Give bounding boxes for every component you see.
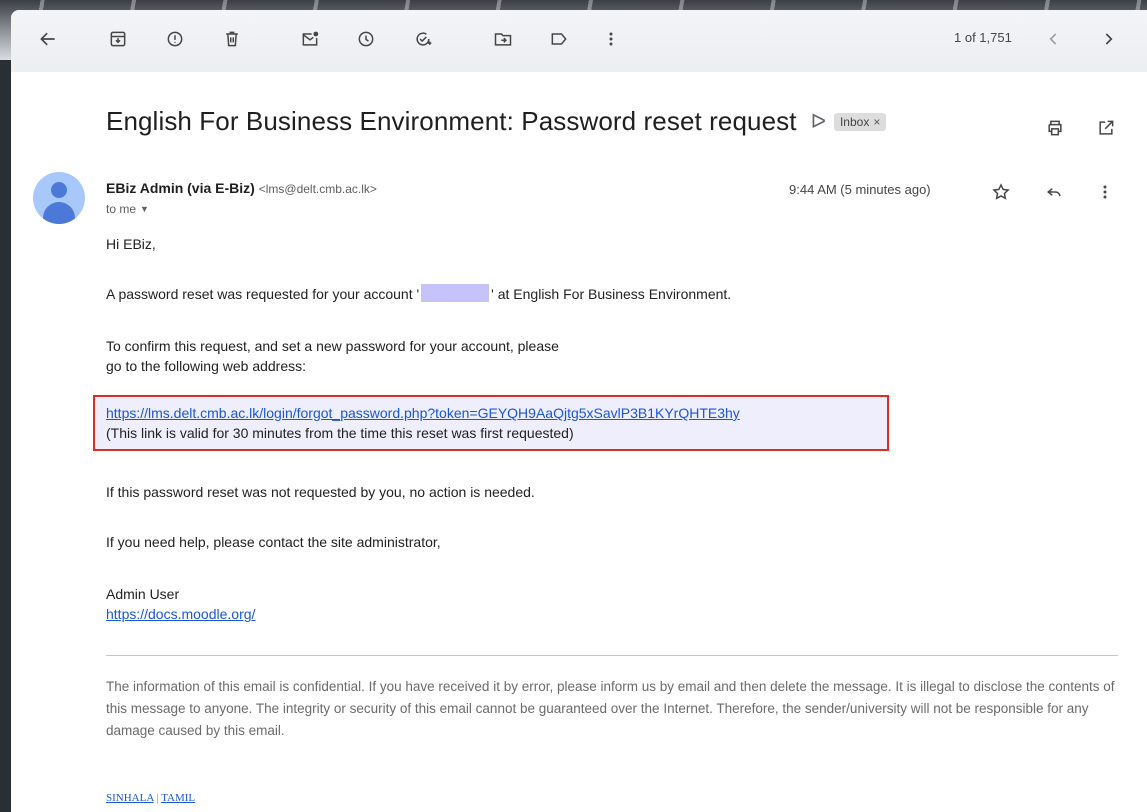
archive-icon <box>110 31 126 47</box>
move-to-folder-icon <box>494 33 512 46</box>
greeting: Hi EBiz, <box>106 236 156 252</box>
subject-row: English For Business Environment: Passwo… <box>106 106 887 137</box>
help-note: If you need help, please contact the sit… <box>106 534 441 550</box>
open-in-new-window-button[interactable] <box>1094 116 1118 140</box>
report-spam-icon <box>167 31 183 47</box>
footer-divider <box>106 655 1118 656</box>
language-links: SINHALA | TAMIL <box>106 792 195 804</box>
important-marker-icon[interactable]: ᐅ <box>811 109 826 134</box>
recipient-text: to me <box>106 202 137 216</box>
back-button[interactable] <box>33 24 63 54</box>
labels-button[interactable] <box>544 24 574 54</box>
language-separator: | <box>156 792 159 804</box>
print-icon <box>1048 120 1062 136</box>
confirm-line-2: go to the following web address: <box>106 358 307 374</box>
message-more-button[interactable] <box>1093 180 1117 204</box>
reset-notice-after: ' at English For Business Environment. <box>491 286 732 302</box>
email-subject: English For Business Environment: Passwo… <box>106 106 797 136</box>
inbox-label-text: Inbox <box>839 114 870 129</box>
sinhala-link[interactable]: SINHALA <box>106 792 154 804</box>
move-to-button[interactable] <box>488 24 518 54</box>
confirm-line-1: To confirm this request, and set a new p… <box>106 338 559 354</box>
confirm-instructions: To confirm this request, and set a new p… <box>106 336 559 376</box>
older-button[interactable] <box>1093 24 1123 54</box>
snooze-button[interactable] <box>351 24 381 54</box>
reset-notice-before: A password reset was requested for your … <box>106 286 420 302</box>
sender-email: <lms@delt.cmb.ac.lk> <box>258 182 377 196</box>
open-in-new-icon <box>1099 120 1114 135</box>
remove-label-icon[interactable]: × <box>873 115 880 129</box>
reset-link-block: https://lms.delt.cmb.ac.lk/login/forgot_… <box>106 403 740 443</box>
sender-row: EBiz Admin (via E-Biz) <lms@delt.cmb.ac.… <box>106 180 377 196</box>
reset-password-link[interactable]: https://lms.delt.cmb.ac.lk/login/forgot_… <box>106 405 740 421</box>
add-to-tasks-button[interactable] <box>408 24 438 54</box>
confidentiality-disclaimer: The information of this email is confide… <box>106 679 1115 738</box>
inbox-label-chip[interactable]: Inbox × <box>833 112 887 131</box>
email-timestamp: 9:44 AM (5 minutes ago) <box>789 182 931 197</box>
reply-button[interactable] <box>1042 180 1066 204</box>
link-validity-note: (This link is valid for 30 minutes from … <box>106 425 574 441</box>
archive-button[interactable] <box>103 24 133 54</box>
email-window: 1 of 1,751 English For Business Environm… <box>11 10 1147 812</box>
sender-avatar[interactable] <box>33 172 85 224</box>
more-options-button[interactable] <box>596 24 626 54</box>
star-icon <box>992 183 1010 200</box>
arrow-left-icon <box>40 32 55 46</box>
moodle-docs-link[interactable]: https://docs.moodle.org/ <box>106 606 255 622</box>
more-vertical-icon <box>1103 185 1107 199</box>
caret-down-icon: ▼ <box>140 204 149 214</box>
mark-unread-icon <box>302 31 319 46</box>
pager-text: 1 of 1,751 <box>954 30 1012 45</box>
newer-button[interactable] <box>1039 24 1069 54</box>
avatar-head <box>51 182 67 198</box>
clock-icon <box>358 31 374 47</box>
delete-button[interactable] <box>217 24 247 54</box>
reset-notice: A password reset was requested for your … <box>106 284 731 304</box>
chevron-right-icon <box>1105 33 1113 45</box>
mark-unread-button[interactable] <box>295 24 325 54</box>
trash-icon <box>226 31 238 47</box>
more-vertical-icon <box>609 32 613 46</box>
signature-name: Admin User <box>106 586 180 602</box>
tamil-link[interactable]: TAMIL <box>161 792 195 804</box>
redacted-username <box>421 284 490 302</box>
print-button[interactable] <box>1043 116 1067 140</box>
recipient-details-toggle[interactable]: to me ▼ <box>106 202 149 216</box>
toolbar: 1 of 1,751 <box>11 10 1147 72</box>
label-icon <box>551 33 567 45</box>
star-button[interactable] <box>989 180 1013 204</box>
signature: Admin User https://docs.moodle.org/ <box>106 584 255 624</box>
add-task-icon <box>416 32 432 46</box>
reply-icon <box>1046 188 1061 197</box>
no-action-note: If this password reset was not requested… <box>106 484 535 500</box>
report-spam-button[interactable] <box>160 24 190 54</box>
chevron-left-icon <box>1049 33 1057 45</box>
sender-name[interactable]: EBiz Admin (via E-Biz) <box>106 180 255 196</box>
avatar-body <box>43 202 75 224</box>
